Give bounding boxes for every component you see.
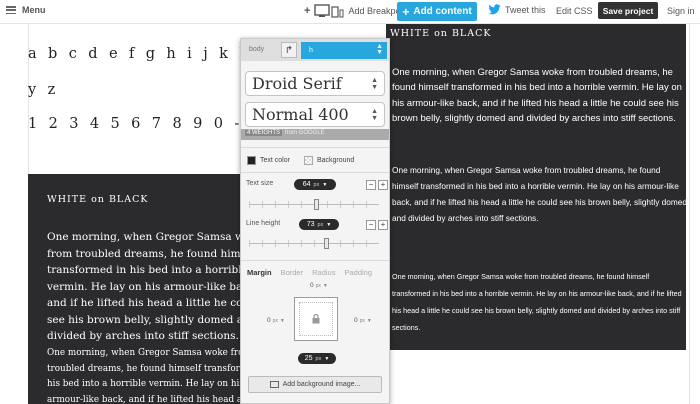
add-background-image-button[interactable]: Add background image... bbox=[248, 376, 382, 393]
text-size-decrease-button[interactable]: − bbox=[366, 180, 376, 190]
line-height-label: Line height bbox=[246, 220, 281, 227]
block-paragraph: One morning, when Gregor Samsa woke from… bbox=[392, 67, 682, 124]
line-height-increase-button[interactable]: + bbox=[378, 220, 388, 230]
font-weight-value: Normal 400 bbox=[252, 105, 349, 124]
margin-left-value[interactable]: 0 px ▼ bbox=[267, 317, 285, 324]
line-height-unit: px bbox=[317, 221, 324, 228]
weights-info-bar: 4 WEIGHTS from GOOGLE bbox=[241, 129, 389, 140]
font-family-select[interactable]: Droid Serif ▲ ▼ bbox=[245, 71, 385, 96]
font-family-value: Droid Serif bbox=[252, 74, 342, 93]
text-size-increase-button[interactable]: + bbox=[378, 180, 388, 190]
background-swatch[interactable] bbox=[303, 156, 313, 165]
value: 25 bbox=[304, 355, 313, 362]
divider bbox=[241, 260, 389, 261]
updown-icon: ▲ ▼ bbox=[371, 108, 378, 122]
text-color-swatch[interactable] bbox=[247, 156, 256, 165]
menu-label: Menu bbox=[22, 5, 46, 15]
font-weight-select[interactable]: Normal 400 ▲ ▼ bbox=[245, 102, 385, 127]
unit: px bbox=[359, 317, 365, 324]
line-height-slider[interactable] bbox=[249, 238, 379, 249]
caret-down-icon: ▼ bbox=[279, 317, 285, 324]
tweet-label: Tweet this bbox=[505, 4, 546, 15]
add-background-label: Add background image... bbox=[282, 381, 361, 388]
add-breakpoint-button[interactable]: + Add Breakpoint bbox=[304, 4, 410, 18]
column-guide bbox=[689, 24, 690, 404]
caret-down-icon: ▼ bbox=[366, 317, 372, 324]
image-icon bbox=[269, 381, 279, 388]
margin-right-value[interactable]: 0 px ▼ bbox=[354, 317, 372, 324]
caret-down-icon: ▼ bbox=[326, 221, 332, 228]
divider bbox=[241, 147, 389, 148]
parent-arrow-icon[interactable]: ↱ bbox=[281, 42, 297, 58]
breadcrumb-selected-element[interactable]: h ▲ ▼ bbox=[301, 42, 387, 59]
background-label[interactable]: Background bbox=[317, 157, 354, 164]
caret-down-icon: ▼ bbox=[324, 355, 330, 362]
glyph-sample-letters-2: y z bbox=[28, 82, 59, 98]
plus-icon: + bbox=[304, 5, 311, 17]
menu-button[interactable]: Menu bbox=[6, 5, 46, 15]
block-heading: WHITE on BLACK bbox=[47, 194, 149, 205]
block-paragraph: One morning, when Gregor Samsa woke from… bbox=[392, 272, 682, 332]
tab-padding[interactable]: Padding bbox=[344, 268, 372, 277]
breadcrumb-body[interactable]: body bbox=[249, 46, 264, 53]
slider-track bbox=[249, 243, 379, 244]
caret-down-icon: ▼ bbox=[322, 181, 328, 188]
tab-radius[interactable]: Radius bbox=[312, 268, 335, 277]
hamburger-icon bbox=[6, 6, 16, 14]
add-content-button[interactable]: + Add content bbox=[397, 2, 477, 21]
text-size-slider[interactable] bbox=[249, 199, 379, 210]
updown-icon: ▲ ▼ bbox=[371, 77, 378, 91]
line-height-value-dropdown[interactable]: 73 px ▼ bbox=[299, 219, 339, 230]
color-controls: Text color Background bbox=[247, 156, 354, 165]
margin-box bbox=[294, 297, 338, 341]
value: 0 bbox=[310, 282, 314, 289]
text-size-unit: px bbox=[313, 181, 320, 188]
selected-element-tag: h bbox=[309, 47, 313, 54]
style-panel: body ↱ h ▲ ▼ Droid Serif ▲ ▼ Normal 400 ▲ ▼… bbox=[240, 38, 390, 404]
unit: px bbox=[272, 317, 278, 324]
save-project-button[interactable]: Save project bbox=[598, 2, 658, 19]
divider bbox=[241, 172, 389, 173]
unit: px bbox=[315, 355, 322, 362]
block-paragraph: One morning, when Gregor Samsa woke from… bbox=[47, 348, 268, 404]
block-heading: WHITE on BLACK bbox=[390, 28, 492, 39]
text-size-label: Text size bbox=[246, 180, 274, 187]
value: 0 bbox=[354, 317, 358, 324]
white-on-black-block-left[interactable]: WHITE on BLACK One morning, when Gregor … bbox=[28, 174, 268, 404]
text-color-label[interactable]: Text color bbox=[260, 157, 290, 164]
weights-source: from GOOGLE bbox=[285, 130, 325, 136]
add-content-label: Add content bbox=[413, 6, 472, 17]
unit: px bbox=[315, 282, 321, 289]
tab-border[interactable]: Border bbox=[281, 268, 304, 277]
block-paragraph: One morning, when Gregor Samsa woke from… bbox=[392, 165, 686, 223]
block-paragraph: One morning, when Gregor Samsa woke from… bbox=[47, 231, 263, 342]
tweet-button[interactable]: Tweet this bbox=[488, 4, 546, 15]
slider-thumb[interactable] bbox=[324, 238, 329, 249]
element-box bbox=[299, 302, 333, 336]
top-toolbar: Menu + Add Breakpoint + Add content Twee… bbox=[0, 0, 700, 24]
text-size-value-dropdown[interactable]: 64 px ▼ bbox=[294, 179, 336, 190]
element-breadcrumb: body ↱ h ▲ ▼ bbox=[241, 39, 389, 61]
sign-in-link[interactable]: Sign in bbox=[667, 6, 695, 16]
slider-thumb[interactable] bbox=[314, 199, 319, 210]
margin-top-value[interactable]: 0 px ▼ bbox=[310, 282, 328, 289]
line-height-value: 73 bbox=[306, 221, 315, 228]
weights-count: 4 WEIGHTS bbox=[245, 130, 283, 136]
lock-icon[interactable] bbox=[312, 314, 320, 324]
caret-down-icon: ▼ bbox=[322, 282, 328, 289]
box-model-tabs: Margin Border Radius Padding bbox=[247, 268, 372, 277]
devices-icon bbox=[314, 4, 344, 18]
white-on-black-block-right[interactable]: WHITE on BLACK One morning, when Gregor … bbox=[386, 24, 686, 350]
margin-bottom-value[interactable]: 25 px ▼ bbox=[298, 353, 336, 364]
edit-css-link[interactable]: Edit CSS bbox=[556, 6, 593, 16]
updown-icon: ▲ ▼ bbox=[376, 43, 383, 56]
tab-margin[interactable]: Margin bbox=[247, 268, 272, 277]
twitter-bird-icon bbox=[488, 4, 501, 15]
line-height-decrease-button[interactable]: − bbox=[366, 220, 376, 230]
text-size-value: 64 bbox=[302, 181, 311, 188]
plus-icon: + bbox=[402, 4, 410, 19]
value: 0 bbox=[267, 317, 271, 324]
